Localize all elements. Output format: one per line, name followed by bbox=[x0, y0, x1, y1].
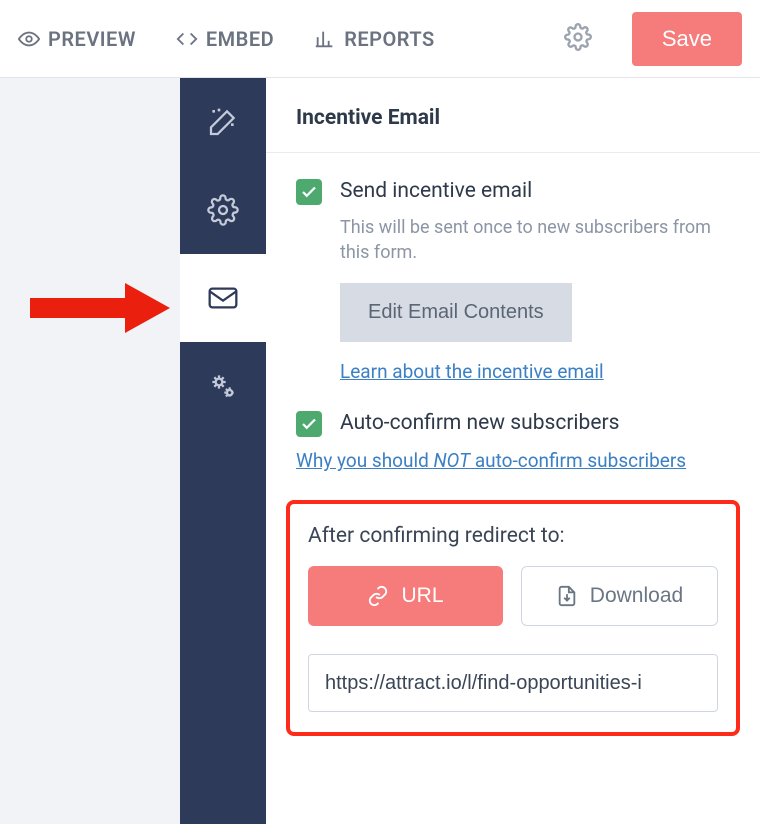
download-button-label: Download bbox=[590, 584, 683, 608]
redirect-title: After confirming redirect to: bbox=[308, 524, 718, 548]
reports-tab[interactable]: REPORTS bbox=[314, 27, 435, 51]
code-icon bbox=[176, 28, 198, 50]
content-panel: Incentive Email Send incentive email Thi… bbox=[266, 78, 760, 824]
check-icon bbox=[300, 415, 318, 433]
preview-label: PREVIEW bbox=[48, 27, 136, 51]
incentive-section: Send incentive email This will be sent o… bbox=[266, 153, 760, 393]
save-button[interactable]: Save bbox=[632, 12, 742, 66]
sidebar-item-settings[interactable] bbox=[180, 166, 266, 254]
sidebar-item-integrations[interactable] bbox=[180, 342, 266, 430]
redirect-type-row: URL Download bbox=[308, 566, 718, 626]
incentive-description: This will be sent once to new subscriber… bbox=[340, 215, 730, 265]
autoconfirm-label: Auto-confirm new subscribers bbox=[340, 411, 619, 435]
eye-icon bbox=[18, 28, 40, 50]
pointer-arrow-icon bbox=[20, 278, 170, 338]
gear-icon bbox=[207, 194, 239, 226]
side-nav bbox=[180, 78, 266, 824]
main-area: Incentive Email Send incentive email Thi… bbox=[0, 78, 760, 824]
embed-tab[interactable]: EMBED bbox=[176, 27, 274, 51]
learn-incentive-link[interactable]: Learn about the incentive email bbox=[340, 360, 604, 383]
autoconfirm-warning-link[interactable]: Why you should NOT auto-confirm subscrib… bbox=[296, 449, 686, 472]
sidebar-item-design[interactable] bbox=[180, 78, 266, 166]
check-icon bbox=[300, 183, 318, 201]
wand-icon bbox=[207, 106, 239, 138]
chart-icon bbox=[314, 28, 336, 50]
redirect-highlight-box: After confirming redirect to: URL Downlo… bbox=[286, 500, 740, 736]
envelope-icon bbox=[207, 282, 239, 314]
gear-icon bbox=[564, 23, 592, 51]
gears-icon bbox=[207, 370, 239, 402]
panel-title: Incentive Email bbox=[296, 106, 730, 130]
reports-label: REPORTS bbox=[344, 27, 435, 51]
sidebar-item-email[interactable] bbox=[180, 254, 266, 342]
send-incentive-checkbox[interactable] bbox=[296, 179, 322, 205]
edit-email-button[interactable]: Edit Email Contents bbox=[340, 283, 572, 342]
embed-label: EMBED bbox=[206, 27, 274, 51]
send-incentive-label: Send incentive email bbox=[340, 179, 532, 203]
link-icon bbox=[367, 585, 389, 607]
panel-header: Incentive Email bbox=[266, 78, 760, 153]
redirect-url-button[interactable]: URL bbox=[308, 566, 503, 626]
redirect-download-button[interactable]: Download bbox=[521, 566, 718, 626]
download-icon bbox=[556, 585, 578, 607]
autoconfirm-checkbox[interactable] bbox=[296, 411, 322, 437]
settings-button[interactable] bbox=[564, 23, 592, 55]
autoconfirm-section: Auto-confirm new subscribers Why you sho… bbox=[266, 393, 760, 482]
redirect-url-input[interactable] bbox=[308, 654, 718, 712]
preview-tab[interactable]: PREVIEW bbox=[18, 27, 136, 51]
top-toolbar: PREVIEW EMBED REPORTS Save bbox=[0, 0, 760, 78]
url-button-label: URL bbox=[401, 584, 443, 608]
left-spacer bbox=[0, 78, 180, 824]
